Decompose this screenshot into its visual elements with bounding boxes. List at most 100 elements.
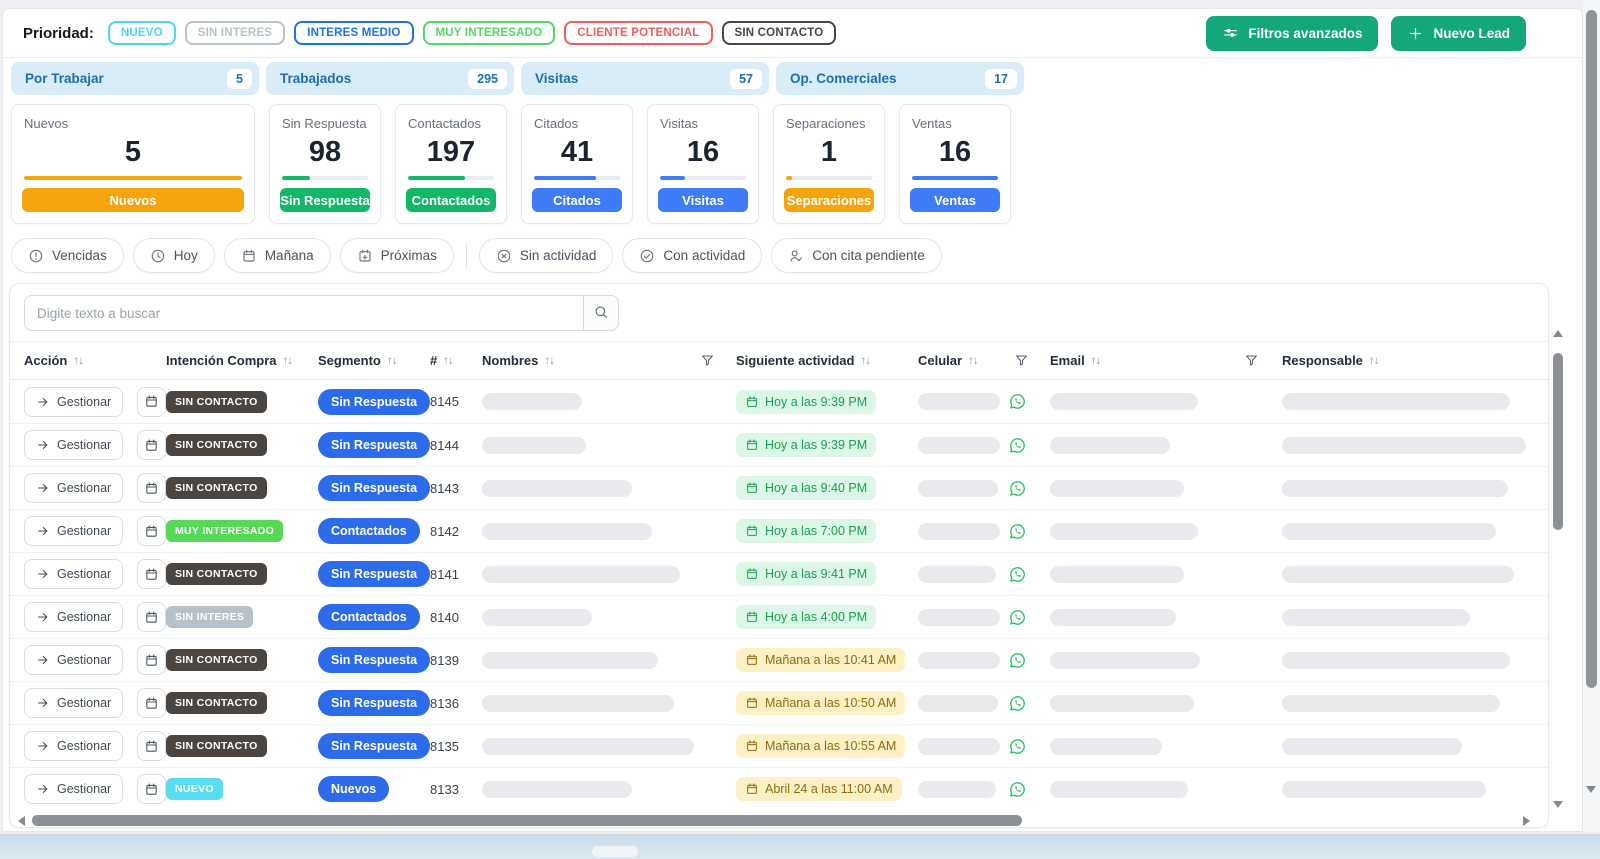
gestionar-button[interactable]: Gestionar — [24, 645, 124, 675]
column-header[interactable]: Nombres ↑↓ — [482, 353, 694, 368]
table-vertical-scrollbar[interactable] — [1551, 330, 1565, 808]
gestionar-button[interactable]: Gestionar — [24, 430, 124, 460]
gestionar-button[interactable]: Gestionar — [24, 473, 124, 503]
whatsapp-icon[interactable] — [1008, 479, 1027, 498]
whatsapp-icon[interactable] — [1008, 694, 1027, 713]
column-header[interactable] — [1238, 353, 1282, 368]
whatsapp-icon[interactable] — [1008, 436, 1027, 455]
scroll-up-arrow[interactable] — [1553, 330, 1563, 337]
whatsapp-icon[interactable] — [1008, 651, 1027, 670]
gestionar-button[interactable]: Gestionar — [24, 386, 124, 417]
advanced-filters-button[interactable]: Filtros avanzados — [1206, 15, 1379, 51]
page-scrollbar[interactable] — [1583, 0, 1600, 832]
schedule-activity-button[interactable] — [137, 516, 166, 546]
scroll-down-arrow[interactable] — [1553, 801, 1563, 808]
column-header[interactable]: Email ↑↓ — [1050, 353, 1238, 368]
gestionar-button[interactable]: Gestionar — [24, 774, 124, 804]
sort-icon[interactable]: ↑↓ — [968, 355, 978, 367]
pipeline-tab[interactable]: Trabajados 295 — [266, 62, 514, 95]
activity-filter-chip[interactable]: Hoy — [132, 238, 215, 273]
sort-icon[interactable]: ↑↓ — [443, 355, 453, 367]
column-header[interactable] — [1008, 353, 1050, 368]
schedule-activity-button[interactable] — [137, 559, 166, 589]
column-header[interactable]: Celular ↑↓ — [918, 353, 1008, 368]
priority-filter-badge[interactable]: SIN INTERES — [184, 21, 286, 45]
schedule-activity-button[interactable] — [137, 645, 166, 675]
schedule-activity-button[interactable] — [137, 473, 166, 503]
column-header[interactable]: # ↑↓ — [430, 353, 482, 368]
activity-filter-chip[interactable]: Próximas — [339, 238, 454, 273]
schedule-activity-button[interactable] — [137, 774, 166, 804]
card-filter-button[interactable]: Ventas — [910, 188, 1000, 212]
horizontal-scroll-thumb[interactable] — [32, 815, 1022, 826]
whatsapp-icon[interactable] — [1008, 780, 1027, 799]
gestionar-button[interactable]: Gestionar — [24, 731, 124, 761]
whatsapp-icon[interactable] — [1008, 522, 1027, 541]
sort-icon[interactable]: ↑↓ — [1091, 355, 1101, 367]
pipeline-tab[interactable]: Visitas 57 — [521, 62, 769, 95]
schedule-activity-button[interactable] — [137, 430, 166, 460]
filter-funnel-icon[interactable] — [1244, 353, 1259, 368]
activity-filter-chip[interactable]: Vencidas — [11, 238, 124, 273]
scroll-right-arrow[interactable] — [1523, 816, 1530, 826]
card-filter-button[interactable]: Visitas — [658, 188, 748, 212]
vertical-scroll-thumb[interactable] — [1553, 353, 1563, 530]
column-header[interactable]: Siguiente actividad ↑↓ — [736, 353, 918, 368]
card-filter-button[interactable]: Sin Respuesta — [280, 188, 370, 212]
stage-cards: Nuevos 5 Nuevos Sin Respuesta 98 Sin Res… — [3, 95, 1582, 224]
card-filter-button[interactable]: Separaciones — [784, 188, 874, 212]
schedule-activity-button[interactable] — [137, 731, 166, 761]
pipeline-tab[interactable]: Op. Comerciales 17 — [776, 62, 1024, 95]
priority-filter-badge[interactable]: NUEVO — [107, 21, 176, 45]
phone-redacted — [918, 737, 1000, 755]
priority-filter-badge[interactable]: SIN CONTACTO — [721, 21, 837, 45]
sort-icon[interactable]: ↑↓ — [1369, 355, 1379, 367]
card-filter-button[interactable]: Citados — [532, 188, 622, 212]
page-scroll-thumb[interactable] — [1586, 10, 1597, 688]
activity-filter-chip[interactable]: Con actividad — [622, 238, 763, 273]
filter-funnel-icon[interactable] — [1014, 353, 1029, 368]
sort-icon[interactable]: ↑↓ — [73, 355, 83, 367]
sort-icon[interactable]: ↑↓ — [387, 355, 397, 367]
chip-icon — [28, 248, 44, 264]
sort-icon[interactable]: ↑↓ — [283, 355, 293, 367]
schedule-activity-button[interactable] — [137, 386, 166, 417]
activity-filter-chip[interactable]: Sin actividad — [478, 238, 614, 273]
gestionar-button[interactable]: Gestionar — [24, 516, 124, 546]
sort-icon[interactable]: ↑↓ — [860, 355, 870, 367]
pipeline-tab[interactable]: Por Trabajar 5 — [11, 62, 259, 95]
whatsapp-icon[interactable] — [1008, 565, 1027, 584]
calendar-icon — [745, 524, 759, 538]
activity-filter-chip[interactable]: Mañana — [223, 238, 331, 273]
whatsapp-icon[interactable] — [1008, 737, 1027, 756]
card-filter-button[interactable]: Nuevos — [22, 188, 244, 212]
gestionar-button[interactable]: Gestionar — [24, 559, 124, 589]
filter-funnel-icon[interactable] — [700, 353, 715, 368]
schedule-activity-button[interactable] — [137, 602, 166, 632]
priority-filter-badge[interactable]: INTERES MEDIO — [294, 21, 414, 45]
activity-filter-chip[interactable]: Con cita pendiente — [771, 238, 942, 273]
gestionar-button[interactable]: Gestionar — [24, 688, 124, 718]
card-filter-button[interactable]: Contactados — [406, 188, 496, 212]
gestionar-button[interactable]: Gestionar — [24, 602, 124, 632]
column-header[interactable]: Acción ↑↓ — [24, 353, 166, 368]
priority-filter-badge[interactable]: MUY INTERESADO — [422, 21, 556, 45]
sort-icon[interactable]: ↑↓ — [544, 355, 554, 367]
search-button[interactable] — [584, 295, 619, 331]
scroll-left-arrow[interactable] — [18, 816, 25, 826]
schedule-activity-button[interactable] — [137, 688, 166, 718]
column-header[interactable]: Responsable ↑↓ — [1282, 353, 1534, 368]
column-header[interactable] — [694, 353, 736, 368]
arrow-right-icon — [36, 567, 50, 581]
table-horizontal-scrollbar[interactable] — [18, 815, 1540, 827]
page-bottom-scrollbar[interactable] — [0, 834, 1600, 859]
new-lead-button[interactable]: Nuevo Lead — [1391, 15, 1526, 51]
priority-filter-badge[interactable]: CLIENTE POTENCIAL — [564, 21, 713, 45]
whatsapp-icon[interactable] — [1008, 608, 1027, 627]
whatsapp-icon[interactable] — [1008, 392, 1027, 411]
column-header[interactable]: Segmento ↑↓ — [318, 353, 430, 368]
page-scroll-down-arrow[interactable] — [1586, 786, 1596, 793]
bottom-scroll-thumb[interactable] — [592, 846, 638, 857]
column-header[interactable]: Intención Compra ↑↓ — [166, 353, 318, 368]
search-input[interactable] — [24, 295, 584, 331]
